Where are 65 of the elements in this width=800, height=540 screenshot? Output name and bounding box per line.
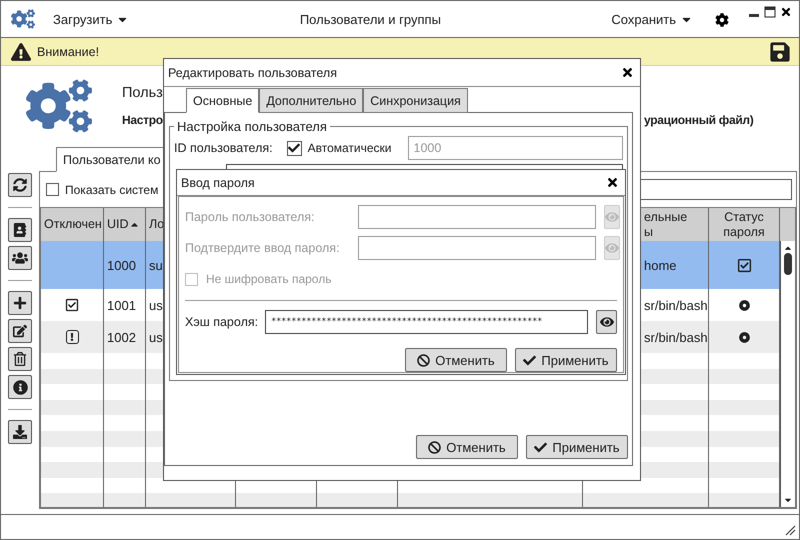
pencil-icon [13, 324, 27, 338]
cancel-button[interactable]: Отменить [416, 435, 518, 459]
scrollbar-thumb[interactable] [784, 253, 792, 275]
refresh-icon [13, 178, 27, 192]
warning-text: Внимание! [37, 44, 100, 58]
table-cell: home [644, 258, 677, 272]
header-title: Польз [122, 85, 163, 101]
tab[interactable]: Дополнительно [259, 88, 364, 113]
close-icon[interactable] [779, 5, 793, 19]
edit-button[interactable] [8, 319, 32, 343]
close-icon[interactable] [620, 66, 634, 80]
header-subtitle: Настро [122, 113, 164, 127]
plus-icon [13, 296, 27, 310]
hash-field[interactable]: ****************************************************** [265, 310, 588, 334]
eye-icon [605, 210, 619, 224]
contact-button[interactable] [8, 218, 32, 242]
settings-icon[interactable] [715, 13, 729, 27]
cancel-icon [417, 354, 430, 366]
column-header[interactable]: Статус пароля [712, 210, 776, 240]
checkbox-label: Показать систем [65, 182, 158, 196]
column-header[interactable]: ельные ы [644, 210, 705, 240]
group-title: Настройка пользователя [176, 119, 328, 134]
field-label: ID пользователя: [174, 141, 273, 155]
apply-button[interactable]: Применить [515, 348, 617, 372]
window-title: Пользователи и группы [298, 12, 442, 26]
table-cell: sr/bin/bash [644, 298, 708, 312]
eye-icon [605, 241, 619, 255]
download-button[interactable] [8, 420, 32, 444]
trash-icon [13, 352, 27, 366]
checkbox[interactable] [46, 183, 59, 196]
save-icon[interactable] [769, 40, 791, 62]
check-icon [534, 440, 548, 454]
apply-button[interactable]: Применить [526, 435, 628, 459]
cancel-icon [428, 440, 442, 454]
column-header[interactable]: Отключен [44, 217, 100, 232]
column-header[interactable]: UID [107, 217, 142, 232]
gears-icon [11, 7, 35, 31]
tab[interactable]: Основные [186, 88, 260, 113]
download-icon [13, 425, 27, 439]
close-icon[interactable] [605, 176, 619, 190]
add-button[interactable] [8, 291, 32, 315]
eye-icon [600, 315, 614, 329]
delete-button[interactable] [8, 347, 32, 371]
save-menu[interactable]: Сохранить [607, 10, 697, 28]
checkbox[interactable] [286, 140, 302, 156]
maximize-icon[interactable] [763, 5, 777, 19]
dialog-title: Редактировать пользователя [168, 66, 337, 80]
warning-icon [11, 42, 31, 62]
info-button[interactable] [8, 375, 32, 399]
refresh-button[interactable] [8, 173, 32, 197]
cancel-button[interactable]: Отменить [405, 348, 507, 372]
checkbox-label: Автоматически [308, 141, 392, 155]
check-icon [523, 354, 536, 366]
info-icon [12, 380, 28, 394]
dialog-title: Ввод пароля [181, 176, 255, 190]
users-icon [12, 250, 28, 266]
header-subtitle: урационный файл) [644, 113, 754, 127]
table-cell: sr/bin/bash [644, 330, 708, 344]
address-book-icon [13, 223, 27, 237]
load-menu[interactable]: Загрузить [49, 10, 134, 28]
tab[interactable]: Синхронизация [363, 88, 468, 113]
show-password-button[interactable] [596, 310, 617, 334]
field-label: Пароль пользователя: [185, 210, 316, 224]
resize-grip-icon [784, 524, 796, 536]
users-button[interactable] [8, 246, 32, 270]
